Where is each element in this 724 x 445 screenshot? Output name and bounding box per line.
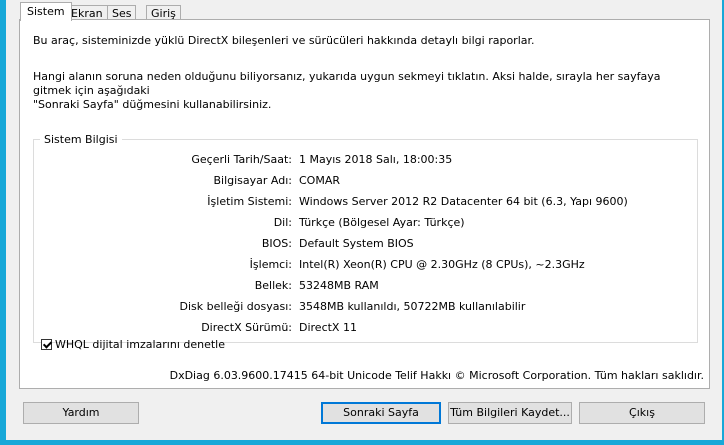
info-row-computer-name: Bilgisayar Adı: COMAR bbox=[34, 173, 699, 189]
info-value: Intel(R) Xeon(R) CPU @ 2.30GHz (8 CPUs),… bbox=[299, 258, 585, 271]
info-value: 53248MB RAM bbox=[299, 279, 379, 292]
dxdiag-window: Sistem Ekran Ses Giriş Bu araç, sistemin… bbox=[6, 0, 722, 440]
info-row-pagefile: Disk belleği dosyası: 3548MB kullanıldı,… bbox=[34, 299, 699, 315]
hint-line-1: Hangi alanın soruna neden olduğunu biliy… bbox=[33, 70, 661, 97]
exit-button[interactable]: Çıkış bbox=[579, 402, 705, 424]
info-label: Dil: bbox=[273, 216, 292, 229]
info-label: İşletim Sistemi: bbox=[207, 195, 292, 208]
intro-text: Bu araç, sisteminizde yüklü DirectX bile… bbox=[33, 34, 535, 47]
info-value: 3548MB kullanıldı, 50722MB kullanılabili… bbox=[299, 300, 526, 313]
info-row-memory: Bellek: 53248MB RAM bbox=[34, 278, 699, 294]
info-value: COMAR bbox=[299, 174, 340, 187]
info-label: Bellek: bbox=[254, 279, 292, 292]
info-label: Geçerli Tarih/Saat: bbox=[191, 153, 292, 166]
copyright-text: DxDiag 6.03.9600.17415 64-bit Unicode Te… bbox=[169, 369, 704, 382]
whql-checkbox[interactable] bbox=[41, 339, 52, 350]
info-label: Bilgisayar Adı: bbox=[213, 174, 292, 187]
whql-checkbox-row[interactable]: WHQL dijital imzalarını denetle bbox=[41, 338, 225, 352]
save-all-button[interactable]: Tüm Bilgileri Kaydet... bbox=[448, 402, 572, 424]
tab-ekran[interactable]: Ekran bbox=[66, 5, 108, 20]
tab-panel: Bu araç, sisteminizde yüklü DirectX bile… bbox=[19, 19, 710, 389]
tab-ses[interactable]: Ses bbox=[107, 5, 137, 20]
whql-label: WHQL dijital imzalarını denetle bbox=[55, 338, 226, 351]
info-value: Default System BIOS bbox=[299, 237, 414, 250]
info-row-os: İşletim Sistemi: Windows Server 2012 R2 … bbox=[34, 194, 699, 210]
tab-giris[interactable]: Giriş bbox=[146, 5, 181, 20]
info-label: İşlemci: bbox=[249, 258, 292, 271]
info-label: Disk belleği dosyası: bbox=[179, 300, 292, 313]
info-row-directx: DirectX Sürümü: DirectX 11 bbox=[34, 320, 699, 336]
info-value: Türkçe (Bölgesel Ayar: Türkçe) bbox=[299, 216, 465, 229]
info-row-language: Dil: Türkçe (Bölgesel Ayar: Türkçe) bbox=[34, 215, 699, 231]
help-button[interactable]: Yardım bbox=[23, 402, 139, 424]
info-label: DirectX Sürümü: bbox=[201, 321, 292, 334]
info-value: Windows Server 2012 R2 Datacenter 64 bit… bbox=[299, 195, 628, 208]
info-value: 1 Mayıs 2018 Salı, 18:00:35 bbox=[299, 153, 453, 166]
system-info-group: Sistem Bilgisi Geçerli Tarih/Saat: 1 May… bbox=[33, 133, 699, 343]
hint-line-2: "Sonraki Sayfa" düğmesini kullanabilirsi… bbox=[33, 98, 272, 111]
tab-sistem[interactable]: Sistem bbox=[20, 2, 72, 21]
info-row-bios: BIOS: Default System BIOS bbox=[34, 236, 699, 252]
info-row-processor: İşlemci: Intel(R) Xeon(R) CPU @ 2.30GHz … bbox=[34, 257, 699, 273]
group-title: Sistem Bilgisi bbox=[40, 133, 122, 146]
info-value: DirectX 11 bbox=[299, 321, 357, 334]
info-label: BIOS: bbox=[261, 237, 292, 250]
info-row-datetime: Geçerli Tarih/Saat: 1 Mayıs 2018 Salı, 1… bbox=[34, 152, 699, 168]
hint-text: Hangi alanın soruna neden olduğunu biliy… bbox=[33, 70, 693, 112]
next-page-button[interactable]: Sonraki Sayfa bbox=[321, 402, 441, 424]
